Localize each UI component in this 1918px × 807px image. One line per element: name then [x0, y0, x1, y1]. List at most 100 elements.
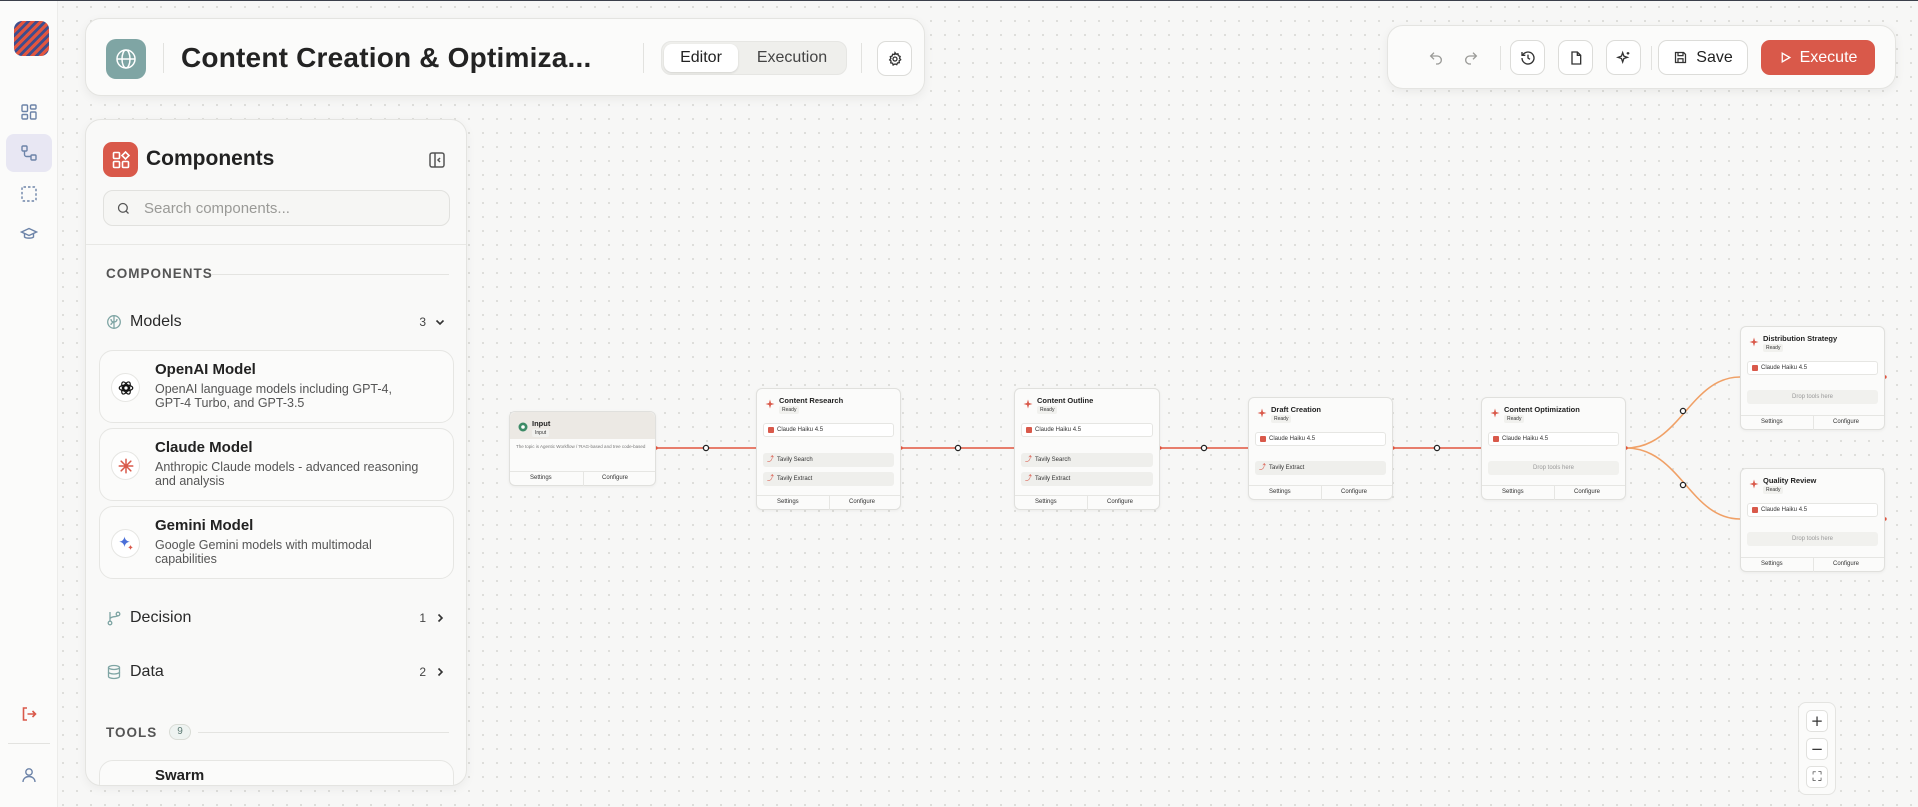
node-settings-button[interactable]: Settings	[1269, 489, 1291, 495]
undo-icon[interactable]	[1418, 40, 1453, 75]
tab-execution[interactable]: Execution	[742, 44, 842, 72]
node-title: Distribution Strategy	[1763, 334, 1838, 343]
edge-midpoint[interactable]	[954, 444, 962, 452]
node-model-select[interactable]: Claude Haiku 4.5	[1747, 361, 1878, 375]
claude-icon	[765, 399, 775, 409]
node-title: Input	[532, 419, 551, 428]
node-configure-button[interactable]: Configure	[1833, 561, 1859, 567]
node-tool[interactable]: Tavily Extract	[1255, 461, 1386, 475]
edge-branch[interactable]	[1625, 376, 1741, 449]
node-configure-button[interactable]: Configure	[1574, 489, 1600, 495]
edge-branch[interactable]	[1625, 447, 1741, 520]
section-rule	[198, 732, 449, 733]
workflow-node-content-research[interactable]: Content Research Ready Claude Haiku 4.5 …	[756, 388, 901, 510]
node-tool[interactable]: Tavily Search	[763, 453, 894, 467]
panel-divider	[86, 244, 466, 245]
node-settings-button[interactable]: Settings	[1502, 489, 1524, 495]
zoom-in-button[interactable]: +	[1806, 710, 1828, 732]
openai-icon	[111, 373, 140, 402]
node-settings-button[interactable]: Settings	[777, 499, 799, 505]
node-tool[interactable]: Tavily Extract	[1021, 472, 1153, 486]
component-card-gemini[interactable]: Gemini Model Google Gemini models with m…	[99, 506, 454, 579]
collapse-panel-icon[interactable]	[427, 150, 447, 170]
save-button[interactable]: Save	[1658, 40, 1748, 75]
search-icon	[117, 202, 129, 214]
logout-icon[interactable]	[6, 695, 52, 733]
claude-icon	[1490, 408, 1500, 418]
category-decision[interactable]: Decision 1	[106, 605, 446, 631]
category-models[interactable]: Models 3	[106, 309, 446, 335]
node-model-select[interactable]: Claude Haiku 4.5	[1255, 432, 1386, 446]
app-logo[interactable]	[14, 21, 49, 56]
workflow-node-quality-review[interactable]: Quality Review Ready Claude Haiku 4.5 Dr…	[1740, 468, 1885, 572]
header-divider	[163, 43, 164, 73]
workflow-node-input[interactable]: Input Input The topic is Agentic Workflo…	[509, 411, 656, 486]
node-configure-button[interactable]: Configure	[602, 475, 628, 481]
tab-editor[interactable]: Editor	[664, 44, 738, 72]
edge-midpoint[interactable]	[1679, 407, 1687, 415]
workflow-node-draft-creation[interactable]: Draft Creation Ready Claude Haiku 4.5 Ta…	[1248, 397, 1393, 500]
node-title: Content Research	[779, 396, 844, 405]
zoom-out-button[interactable]: −	[1806, 738, 1828, 760]
node-model-select[interactable]: Claude Haiku 4.5	[1488, 432, 1619, 446]
node-model-select[interactable]: Claude Haiku 4.5	[1747, 503, 1878, 517]
user-icon[interactable]	[6, 756, 52, 794]
search-input[interactable]	[144, 191, 434, 225]
chevron-right-icon	[437, 667, 444, 677]
section-tools-label: TOOLS	[106, 725, 158, 740]
panel-title: Components	[146, 147, 275, 170]
node-configure-button[interactable]: Configure	[849, 499, 875, 505]
tools-dropzone[interactable]: Drop tools here	[1747, 532, 1878, 546]
workflow-node-distribution-strategy[interactable]: Distribution Strategy Ready Claude Haiku…	[1740, 326, 1885, 430]
node-settings-button[interactable]: Settings	[1761, 561, 1783, 567]
node-settings-button[interactable]: Settings	[530, 475, 552, 481]
execute-label: Execute	[1799, 48, 1858, 66]
settings-button[interactable]	[877, 41, 912, 76]
node-settings-button[interactable]: Settings	[1035, 499, 1057, 505]
globe-icon[interactable]	[106, 39, 146, 79]
workflow-icon[interactable]	[6, 134, 52, 172]
node-footer: Settings Configure	[757, 495, 900, 510]
dashboard-icon[interactable]	[6, 93, 52, 131]
selection-icon[interactable]	[6, 175, 52, 213]
node-tool[interactable]: Tavily Extract	[763, 472, 894, 486]
workflow-node-content-optimization[interactable]: Content Optimization Ready Claude Haiku …	[1481, 397, 1626, 500]
node-title: Content Outline	[1037, 396, 1094, 405]
section-rule	[211, 274, 449, 275]
history-button[interactable]	[1510, 40, 1545, 75]
tools-count-badge: 9	[169, 724, 191, 740]
execute-button[interactable]: Execute	[1761, 40, 1875, 75]
document-button[interactable]	[1558, 40, 1593, 75]
node-configure-button[interactable]: Configure	[1833, 419, 1859, 425]
edge-midpoint[interactable]	[702, 444, 710, 452]
edge-midpoint[interactable]	[1200, 444, 1208, 452]
node-tool[interactable]: Tavily Search	[1021, 453, 1153, 467]
workflow-node-content-outline[interactable]: Content Outline Ready Claude Haiku 4.5 T…	[1014, 388, 1160, 510]
edge-midpoint[interactable]	[1433, 444, 1441, 452]
graduation-cap-icon[interactable]	[6, 215, 52, 253]
component-description: Anthropic Claude models - advanced reaso…	[155, 460, 419, 488]
node-configure-button[interactable]: Configure	[1107, 499, 1133, 505]
component-card-swarm[interactable]: Swarm	[99, 760, 454, 785]
component-title: Gemini Model	[155, 517, 254, 534]
tools-dropzone[interactable]: Drop tools here	[1747, 390, 1878, 404]
edge-midpoint[interactable]	[1679, 481, 1687, 489]
category-data[interactable]: Data 2	[106, 659, 446, 685]
node-configure-button[interactable]: Configure	[1341, 489, 1367, 495]
redo-icon[interactable]	[1453, 40, 1488, 75]
component-description: OpenAI language models including GPT-4, …	[155, 382, 392, 410]
component-card-claude[interactable]: Claude Model Anthropic Claude models - a…	[99, 428, 454, 501]
node-status: Ready	[779, 406, 800, 414]
fit-view-button[interactable]: ⛶	[1806, 766, 1828, 788]
workflow-title[interactable]: Content Creation & Optimiza...	[181, 39, 621, 77]
node-model-select[interactable]: Claude Haiku 4.5	[1021, 423, 1153, 437]
magic-button[interactable]	[1606, 40, 1641, 75]
node-settings-button[interactable]: Settings	[1761, 419, 1783, 425]
component-card-openai[interactable]: OpenAI Model OpenAI language models incl…	[99, 350, 454, 423]
category-label: Data	[130, 663, 164, 680]
node-status: Ready	[1763, 486, 1784, 494]
gear-icon	[888, 50, 902, 66]
header-divider	[861, 43, 862, 73]
node-model-select[interactable]: Claude Haiku 4.5	[763, 423, 894, 437]
tools-dropzone[interactable]: Drop tools here	[1488, 461, 1619, 475]
